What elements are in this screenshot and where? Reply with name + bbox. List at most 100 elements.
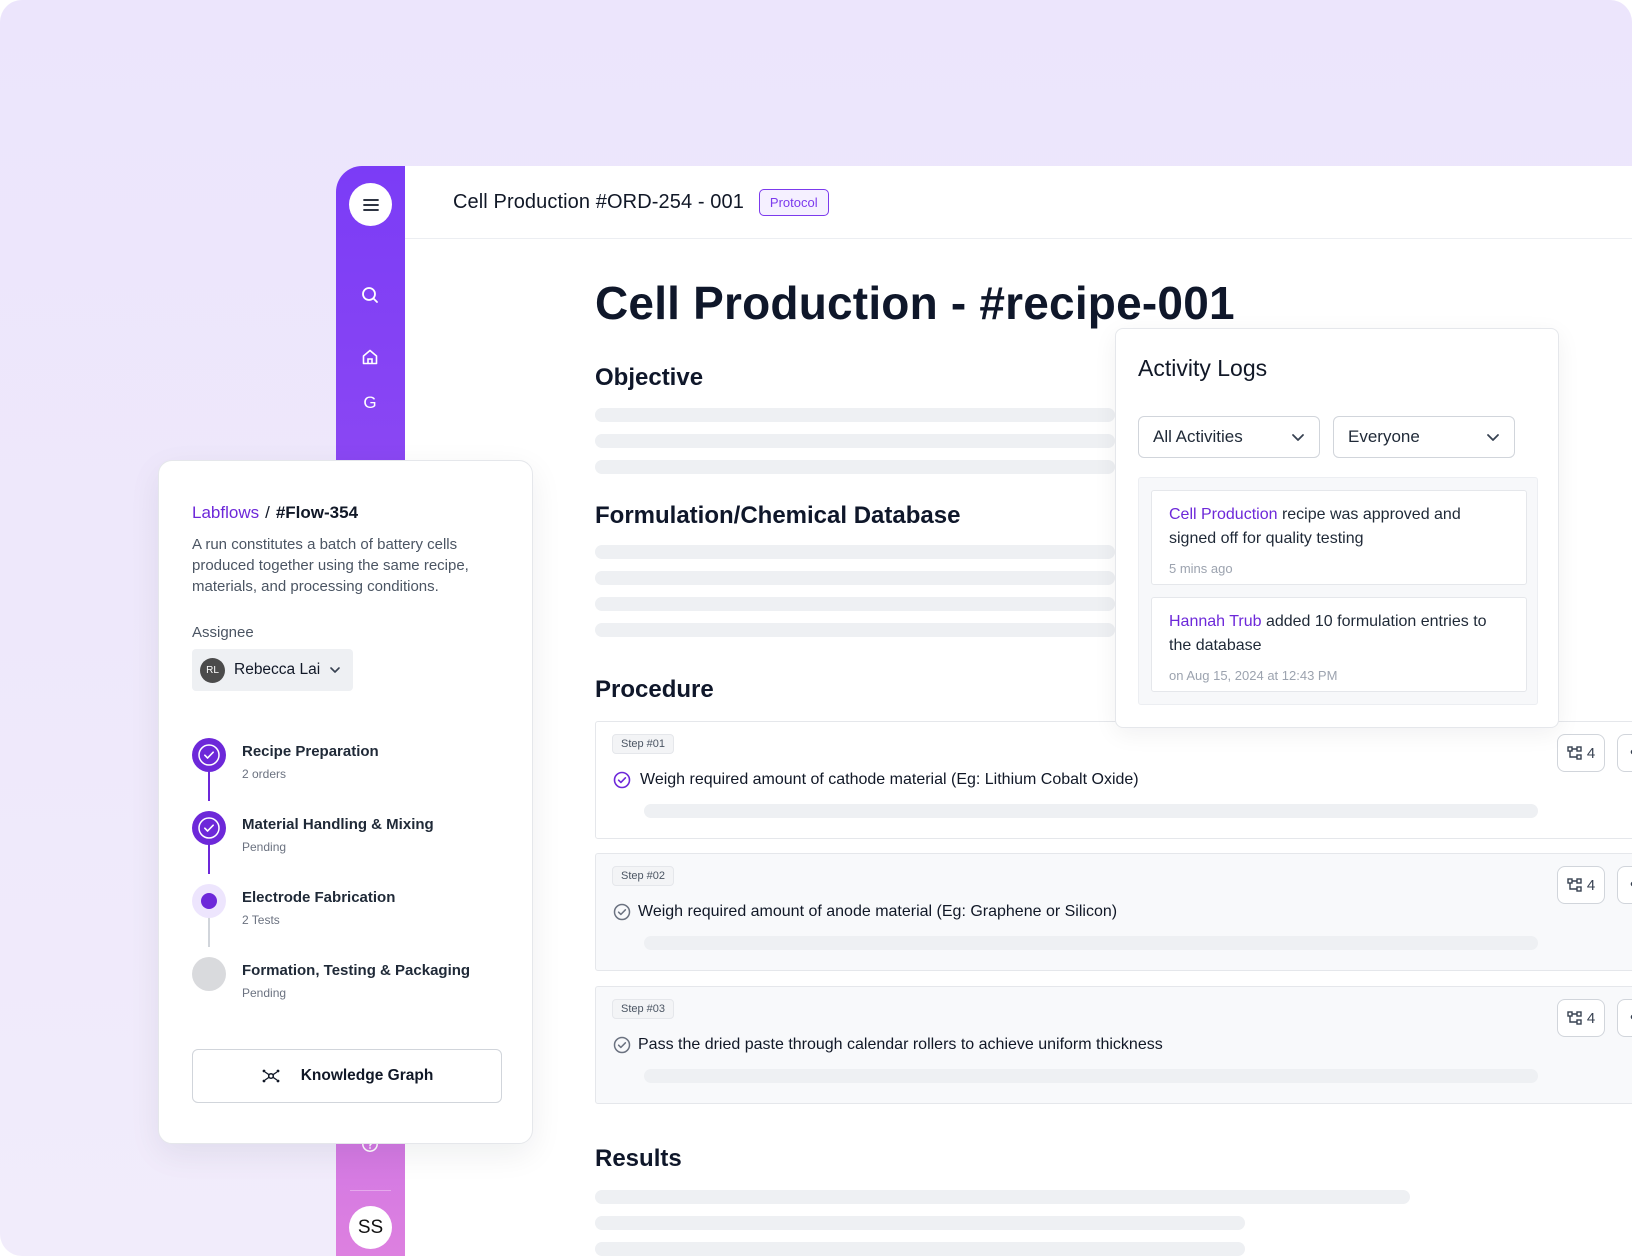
stage-sub: Pending bbox=[242, 986, 287, 1000]
breadcrumb-separator: / bbox=[265, 503, 270, 522]
skeleton-line bbox=[595, 434, 1115, 448]
stage-complete-node[interactable] bbox=[192, 738, 226, 772]
step-count: 4 bbox=[1586, 876, 1596, 894]
stage-sub: 2 Tests bbox=[242, 913, 280, 927]
step-text: Weigh required amount of cathode materia… bbox=[640, 771, 1139, 788]
user-avatar[interactable]: SS bbox=[349, 1206, 392, 1249]
check-circle-icon[interactable] bbox=[612, 1035, 632, 1055]
skeleton-line bbox=[595, 545, 1115, 559]
skeleton-line bbox=[595, 1190, 1410, 1204]
step-subtasks-button[interactable]: 4 bbox=[1557, 999, 1605, 1037]
people-select[interactable]: Everyone bbox=[1333, 416, 1515, 458]
flow-icon bbox=[1567, 1011, 1582, 1025]
log-time: on Aug 15, 2024 at 12:43 PM bbox=[1169, 668, 1338, 683]
flow-description: A run constitutes a batch of battery cel… bbox=[192, 536, 469, 595]
more-icon[interactable]: • bbox=[1617, 734, 1632, 772]
stage-title: Electrode Fabrication bbox=[242, 889, 396, 906]
stage-complete-node[interactable] bbox=[192, 811, 226, 845]
header-bar: Cell Production #ORD-254 - 001 Protocol bbox=[405, 166, 1632, 239]
stage-active-node[interactable] bbox=[192, 884, 226, 918]
header-title: Cell Production #ORD-254 - 001 bbox=[453, 190, 744, 213]
log-text: Hannah Trub added 10 formulation entries… bbox=[1169, 610, 1510, 658]
log-link[interactable]: Hannah Trub bbox=[1169, 613, 1262, 630]
assignee-name: Rebecca Lai bbox=[234, 661, 321, 678]
section-procedure: Procedure bbox=[595, 676, 714, 703]
procedure-step[interactable]: Step #01 Weigh required amount of cathod… bbox=[595, 721, 1632, 839]
stage-title: Recipe Preparation bbox=[242, 743, 379, 760]
procedure-step[interactable]: Step #03 Pass the dried paste through ca… bbox=[595, 986, 1632, 1104]
skeleton-line bbox=[595, 623, 1115, 637]
section-formulation: Formulation/Chemical Database bbox=[595, 502, 961, 529]
step-tag: Step #01 bbox=[612, 734, 675, 754]
menu-button[interactable] bbox=[349, 183, 392, 226]
flow-icon bbox=[1567, 746, 1582, 760]
step-text: Pass the dried paste through calendar ro… bbox=[638, 1036, 1163, 1053]
graph-icon bbox=[262, 1069, 280, 1083]
procedure-step[interactable]: Step #02 Weigh required amount of anode … bbox=[595, 853, 1632, 971]
sidebar-home[interactable] bbox=[359, 346, 381, 368]
assignee-select[interactable]: RL Rebecca Lai bbox=[192, 649, 353, 691]
menu-icon bbox=[362, 198, 379, 211]
chevron-down-icon bbox=[1487, 433, 1499, 441]
stage-sub: 2 orders bbox=[242, 767, 287, 781]
breadcrumb-labflows[interactable]: Labflows bbox=[192, 503, 259, 522]
protocol-badge[interactable]: Protocol bbox=[758, 188, 829, 216]
step-text: Weigh required amount of anode material … bbox=[638, 903, 1118, 920]
check-circle-icon bbox=[198, 744, 220, 766]
page-title: Cell Production - #recipe-001 bbox=[595, 277, 1235, 329]
skeleton-line bbox=[595, 460, 1115, 474]
search-icon bbox=[362, 287, 378, 303]
flow-card: Labflows / #Flow-354 A run constitutes a b… bbox=[158, 460, 533, 1144]
skeleton-line bbox=[644, 804, 1538, 818]
skeleton-line bbox=[595, 571, 1115, 585]
home-icon bbox=[362, 349, 378, 365]
skeleton-line bbox=[644, 936, 1538, 950]
skeleton-line bbox=[595, 597, 1115, 611]
sidebar-search[interactable] bbox=[359, 284, 381, 306]
breadcrumb-current: #Flow-354 bbox=[275, 503, 359, 522]
stage-sub: Pending bbox=[242, 840, 287, 854]
section-results: Results bbox=[595, 1145, 682, 1172]
chevron-down-icon bbox=[330, 667, 340, 673]
sidebar-divider bbox=[350, 1190, 391, 1191]
stage-title: Formation, Testing & Packaging bbox=[242, 962, 471, 979]
skeleton-line bbox=[595, 1216, 1245, 1230]
more-icon[interactable]: • bbox=[1617, 866, 1632, 904]
log-time: 5 mins ago bbox=[1169, 561, 1233, 576]
activity-type-select[interactable]: All Activities bbox=[1138, 416, 1320, 458]
section-objective: Objective bbox=[595, 364, 704, 391]
skeleton-line bbox=[644, 1069, 1538, 1083]
stage-title: Material Handling & Mixing bbox=[242, 816, 434, 833]
step-subtasks-button[interactable]: 4 bbox=[1557, 734, 1605, 772]
stage-todo-node[interactable] bbox=[192, 957, 226, 991]
step-count: 4 bbox=[1586, 744, 1596, 762]
step-tag: Step #02 bbox=[612, 866, 675, 886]
log-item: Cell Production recipe was approved and … bbox=[1151, 490, 1527, 585]
step-subtasks-button[interactable]: 4 bbox=[1557, 866, 1605, 904]
step-count: 4 bbox=[1586, 1009, 1596, 1027]
chevron-down-icon bbox=[1292, 433, 1304, 441]
people-value: Everyone bbox=[1348, 427, 1420, 446]
assignee-label: Assignee bbox=[192, 624, 254, 641]
activity-logs-panel: Activity Logs All Activities Everyone Ce… bbox=[1115, 328, 1559, 728]
assignee-avatar: RL bbox=[200, 657, 225, 683]
check-circle-icon[interactable] bbox=[612, 902, 632, 922]
check-circle-icon bbox=[198, 817, 220, 839]
activity-title: Activity Logs bbox=[1138, 355, 1268, 381]
activity-log-list: Cell Production recipe was approved and … bbox=[1138, 477, 1538, 705]
activity-type-value: All Activities bbox=[1153, 427, 1243, 446]
breadcrumb: Labflows / #Flow-354 bbox=[192, 503, 358, 523]
knowledge-graph-label: Knowledge Graph bbox=[300, 1067, 434, 1084]
skeleton-line bbox=[595, 408, 1115, 422]
more-icon[interactable]: • bbox=[1617, 999, 1632, 1037]
skeleton-line bbox=[595, 1242, 1245, 1256]
log-item: Hannah Trub added 10 formulation entries… bbox=[1151, 597, 1527, 692]
active-dot-icon bbox=[201, 893, 217, 909]
sidebar-item-g[interactable]: G bbox=[359, 392, 381, 414]
knowledge-graph-button[interactable]: Knowledge Graph bbox=[192, 1049, 502, 1103]
step-tag: Step #03 bbox=[612, 999, 675, 1019]
flow-icon bbox=[1567, 878, 1582, 892]
log-link[interactable]: Cell Production bbox=[1169, 506, 1278, 523]
log-text: Cell Production recipe was approved and … bbox=[1169, 503, 1510, 551]
check-circle-icon[interactable] bbox=[612, 770, 632, 790]
